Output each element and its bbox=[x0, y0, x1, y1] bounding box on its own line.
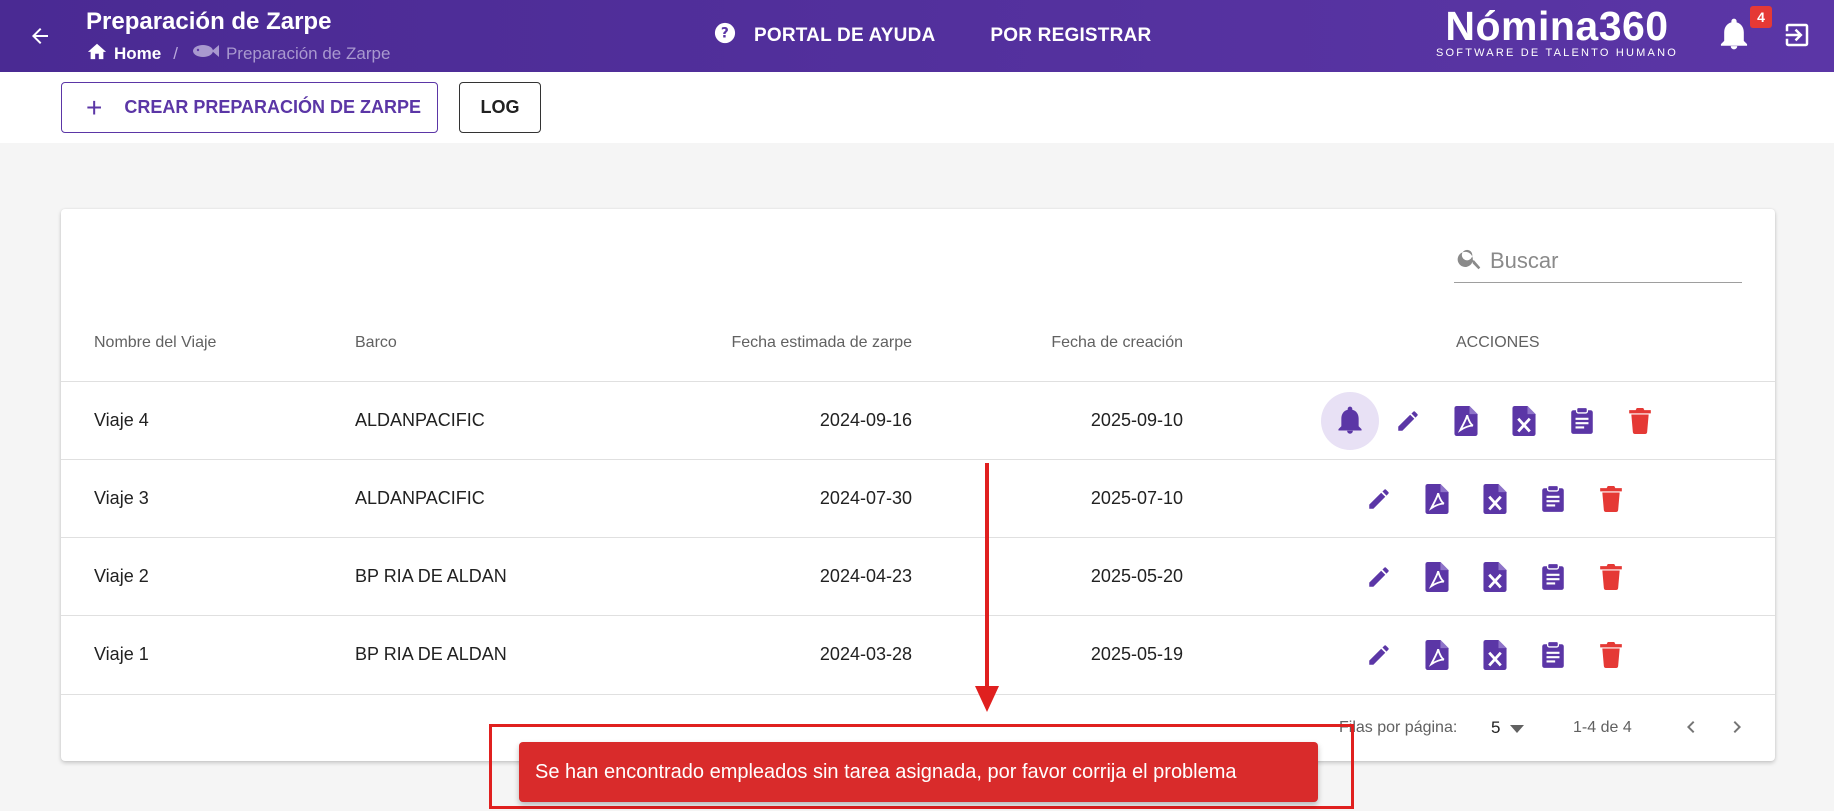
table-row: Viaje 2 BP RIA DE ALDAN 2024-04-23 2025-… bbox=[61, 537, 1775, 615]
row-actions bbox=[1350, 616, 1640, 694]
breadcrumb: Home / Preparación de Zarpe bbox=[86, 41, 390, 66]
table-row: Viaje 4 ALDANPACIFIC 2024-09-16 2025-09-… bbox=[61, 381, 1775, 459]
help-icon: ? bbox=[714, 22, 736, 50]
cell-fecha-creacion: 2025-05-19 bbox=[1090, 644, 1183, 664]
cell-nombre: Viaje 3 bbox=[94, 488, 149, 508]
nav-por-registrar[interactable]: POR REGISTRAR bbox=[990, 25, 1151, 47]
breadcrumb-current: Preparación de Zarpe bbox=[225, 43, 391, 63]
cell-fecha-estimada: 2024-07-30 bbox=[819, 488, 912, 508]
delete-trash-icon[interactable] bbox=[1582, 626, 1640, 684]
notifications-count-badge: 4 bbox=[1750, 6, 1772, 28]
cell-barco: ALDANPACIFIC bbox=[355, 488, 485, 508]
page-title: Preparación de Zarpe bbox=[86, 8, 332, 35]
top-nav: ? PORTAL DE AYUDA POR REGISTRAR bbox=[714, 22, 1151, 50]
action-toolbar: + CREAR PREPARACIÓN DE ZARPE LOG bbox=[0, 72, 1834, 143]
search-input[interactable] bbox=[1490, 247, 1730, 274]
breadcrumb-home[interactable]: Home bbox=[114, 44, 161, 64]
logout-icon[interactable] bbox=[1782, 20, 1812, 55]
nav-portal-ayuda-label: PORTAL DE AYUDA bbox=[754, 25, 936, 46]
cell-nombre: Viaje 4 bbox=[94, 410, 149, 430]
table-row: Viaje 3 ALDANPACIFIC 2024-07-30 2025-07-… bbox=[61, 459, 1775, 537]
cell-fecha-estimada: 2024-03-28 bbox=[819, 644, 912, 664]
pagination-range: 1-4 de 4 bbox=[1573, 719, 1632, 736]
edit-pencil-icon[interactable] bbox=[1350, 470, 1408, 528]
chevron-left-icon[interactable] bbox=[1679, 715, 1703, 744]
row-actions bbox=[1350, 538, 1640, 616]
clipboard-icon[interactable] bbox=[1553, 392, 1611, 450]
svg-text:?: ? bbox=[721, 26, 729, 42]
nav-por-registrar-label: POR REGISTRAR bbox=[990, 25, 1152, 46]
edit-pencil-icon[interactable] bbox=[1350, 626, 1408, 684]
cell-nombre: Viaje 2 bbox=[94, 566, 149, 586]
edit-pencil-icon[interactable] bbox=[1350, 548, 1408, 606]
breadcrumb-separator: / bbox=[173, 43, 178, 63]
pdf-file-icon[interactable] bbox=[1408, 470, 1466, 528]
nav-portal-ayuda[interactable]: ? PORTAL DE AYUDA bbox=[714, 22, 935, 50]
annotation-arrow bbox=[985, 463, 989, 688]
pdf-file-icon[interactable] bbox=[1437, 392, 1495, 450]
cell-fecha-creacion: 2025-07-10 bbox=[1090, 488, 1183, 508]
column-header-nombre[interactable]: Nombre del Viaje bbox=[94, 334, 216, 352]
table-row: Viaje 1 BP RIA DE ALDAN 2024-03-28 2025-… bbox=[61, 615, 1775, 693]
row-actions bbox=[1350, 460, 1640, 538]
notifications-bell-icon[interactable] bbox=[1718, 18, 1750, 57]
column-header-acciones: ACCIONES bbox=[1456, 334, 1540, 351]
pdf-file-icon[interactable] bbox=[1408, 548, 1466, 606]
brand-name: Nómina360 bbox=[1445, 3, 1669, 49]
create-preparacion-button[interactable]: + CREAR PREPARACIÓN DE ZARPE bbox=[61, 82, 438, 133]
delete-trash-icon[interactable] bbox=[1582, 470, 1640, 528]
column-header-barco[interactable]: Barco bbox=[355, 334, 397, 352]
chevron-right-icon[interactable] bbox=[1725, 715, 1749, 744]
cell-fecha-estimada: 2024-09-16 bbox=[819, 410, 912, 430]
delete-trash-icon[interactable] bbox=[1582, 548, 1640, 606]
caret-down-icon bbox=[1510, 718, 1525, 738]
table-card: Nombre del Viaje Barco Fecha estimada de… bbox=[61, 209, 1775, 761]
brand-tagline: SOFTWARE DE TALENTO HUMANO bbox=[1436, 47, 1678, 59]
cell-barco: BP RIA DE ALDAN bbox=[355, 566, 507, 586]
error-snackbar: Se han encontrado empleados sin tarea as… bbox=[519, 742, 1318, 802]
pdf-file-icon[interactable] bbox=[1408, 626, 1466, 684]
cell-fecha-creacion: 2025-05-20 bbox=[1090, 566, 1183, 586]
log-button[interactable]: LOG bbox=[459, 82, 541, 133]
cell-barco: BP RIA DE ALDAN bbox=[355, 644, 507, 664]
delete-trash-icon[interactable] bbox=[1611, 392, 1669, 450]
column-header-fecha-creacion[interactable]: Fecha de creación bbox=[961, 334, 1183, 352]
rows-per-page-value: 5 bbox=[1491, 718, 1501, 737]
brand-logo: Nómina360 SOFTWARE DE TALENTO HUMANO bbox=[1432, 2, 1682, 59]
excel-file-icon[interactable] bbox=[1495, 392, 1553, 450]
snackbar-message: Se han encontrado empleados sin tarea as… bbox=[535, 760, 1237, 783]
create-preparacion-label: CREAR PREPARACIÓN DE ZARPE bbox=[124, 97, 422, 117]
search-icon bbox=[1456, 244, 1484, 277]
plus-icon: + bbox=[86, 91, 103, 123]
home-icon[interactable] bbox=[86, 41, 108, 66]
edit-pencil-icon[interactable] bbox=[1379, 392, 1437, 450]
notify-bell-icon[interactable] bbox=[1321, 392, 1379, 450]
cell-fecha-estimada: 2024-04-23 bbox=[819, 566, 912, 586]
excel-file-icon[interactable] bbox=[1466, 548, 1524, 606]
fish-icon bbox=[190, 42, 220, 65]
excel-file-icon[interactable] bbox=[1466, 470, 1524, 528]
top-app-bar: Preparación de Zarpe Home / Preparación … bbox=[0, 0, 1834, 72]
annotation-arrow-head bbox=[975, 686, 999, 712]
cell-nombre: Viaje 1 bbox=[94, 644, 149, 664]
excel-file-icon[interactable] bbox=[1466, 626, 1524, 684]
cell-fecha-creacion: 2025-09-10 bbox=[1090, 410, 1183, 430]
column-header-fecha-estimada[interactable]: Fecha estimada de zarpe bbox=[661, 334, 912, 352]
clipboard-icon[interactable] bbox=[1524, 470, 1582, 528]
clipboard-icon[interactable] bbox=[1524, 548, 1582, 606]
back-arrow-icon[interactable] bbox=[22, 18, 58, 54]
rows-per-page-label: Filas por página: bbox=[1339, 719, 1458, 736]
search-field[interactable] bbox=[1454, 239, 1742, 283]
row-actions bbox=[1321, 382, 1669, 460]
cell-barco: ALDANPACIFIC bbox=[355, 410, 485, 430]
rows-per-page-select[interactable]: 5 bbox=[1491, 718, 1525, 738]
clipboard-icon[interactable] bbox=[1524, 626, 1582, 684]
